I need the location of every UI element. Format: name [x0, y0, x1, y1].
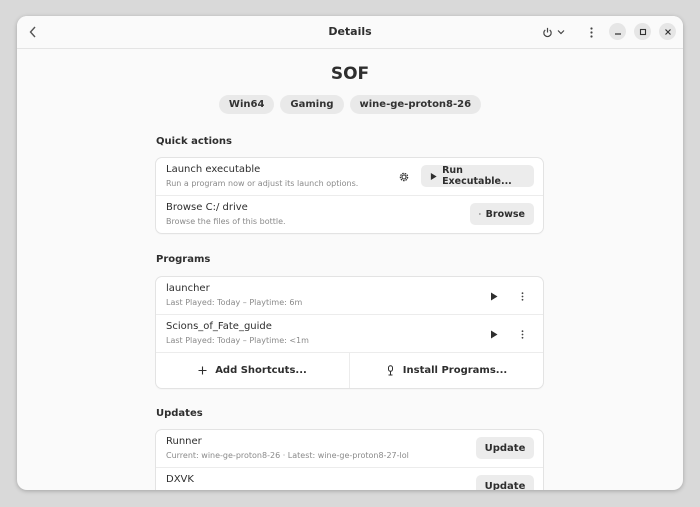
program-name: Scions_of_Fate_guide	[166, 321, 272, 332]
run-executable-label: Run Executable...	[442, 165, 512, 187]
section-title-quick-actions: Quick actions	[156, 136, 232, 147]
program-name: launcher	[166, 283, 210, 294]
program-row[interactable]: Scions_of_Fate_guide Last Played: Today …	[156, 315, 543, 352]
close-icon	[664, 28, 671, 35]
section-title-updates: Updates	[156, 408, 203, 419]
bottle-name: SOF	[330, 64, 370, 84]
update-runner-button[interactable]: Update	[476, 437, 534, 459]
browse-drive-row: Browse C:/ drive Browse the files of thi…	[156, 196, 543, 233]
run-program-button[interactable]	[486, 288, 502, 304]
run-executable-button[interactable]: Run Executable...	[421, 165, 534, 187]
gear-icon	[399, 172, 409, 182]
kebab-menu-icon	[521, 329, 523, 339]
browse-button[interactable]: Browse	[470, 203, 534, 225]
play-icon	[491, 330, 498, 338]
kebab-menu-icon	[589, 26, 593, 38]
browse-drive-subtitle: Browse the files of this bottle.	[166, 217, 286, 226]
browse-drive-title: Browse C:/ drive	[166, 202, 248, 213]
update-dxvk-button[interactable]: Update	[476, 475, 534, 490]
tag-category: Gaming	[280, 95, 344, 114]
tag-runner: wine-ge-proton8-26	[349, 95, 482, 114]
maximize-icon	[639, 28, 646, 35]
update-component-name: Runner	[166, 436, 202, 447]
add-shortcuts-button[interactable]: Add Shortcuts...	[156, 353, 349, 388]
update-button-label: Update	[484, 442, 526, 454]
launch-executable-title: Launch executable	[166, 164, 261, 175]
update-button-label: Update	[484, 480, 526, 491]
launch-options-button[interactable]	[396, 169, 412, 185]
launch-executable-subtitle: Run a program now or adjust its launch o…	[166, 179, 359, 188]
main-menu-button[interactable]	[583, 23, 599, 41]
plus-icon	[198, 366, 207, 375]
minimize-icon	[614, 32, 621, 35]
update-version-info: Current: wine-ge-proton8-26 · Latest: wi…	[166, 451, 409, 460]
update-row-runner: Runner Current: wine-ge-proton8-26 · Lat…	[156, 430, 543, 468]
update-component-name: DXVK	[166, 474, 194, 485]
maximize-button[interactable]	[634, 23, 651, 40]
program-menu-button[interactable]	[514, 326, 530, 342]
close-button[interactable]	[659, 23, 676, 40]
bottle-details-window: Details SOF Win64 Gaming wine-ge-proton8…	[17, 16, 683, 490]
play-icon	[491, 292, 498, 300]
launch-executable-row: Launch executable Run a program now or a…	[156, 158, 543, 196]
play-icon	[430, 172, 437, 180]
folder-icon	[479, 213, 481, 215]
install-programs-button[interactable]: Install Programs...	[349, 353, 543, 388]
update-row-dxvk: DXVK Update	[156, 468, 543, 490]
tag-environment: Win64	[218, 95, 275, 114]
bottle-tags: Win64 Gaming wine-ge-proton8-26	[17, 95, 683, 114]
run-program-button[interactable]	[486, 326, 502, 342]
minimize-button[interactable]	[609, 23, 626, 40]
programs-actions: Add Shortcuts... Install Programs...	[156, 352, 543, 388]
program-meta: Last Played: Today – Playtime: 6m	[166, 298, 303, 307]
install-programs-label: Install Programs...	[402, 365, 508, 376]
power-menu-button[interactable]	[542, 23, 565, 41]
power-icon	[543, 27, 552, 37]
quick-actions-card: Launch executable Run a program now or a…	[156, 158, 543, 233]
programs-card: launcher Last Played: Today – Playtime: …	[156, 277, 543, 388]
kebab-menu-icon	[521, 291, 523, 301]
program-menu-button[interactable]	[514, 288, 530, 304]
program-row[interactable]: launcher Last Played: Today – Playtime: …	[156, 277, 543, 315]
browse-label: Browse	[485, 208, 525, 220]
header-bar: Details	[17, 16, 683, 49]
add-shortcuts-label: Add Shortcuts...	[215, 365, 307, 376]
chevron-down-icon	[557, 30, 565, 35]
program-meta: Last Played: Today – Playtime: <1m	[166, 336, 309, 345]
updates-card: Runner Current: wine-ge-proton8-26 · Lat…	[156, 430, 543, 490]
section-title-programs: Programs	[156, 254, 211, 265]
install-icon	[387, 365, 393, 376]
